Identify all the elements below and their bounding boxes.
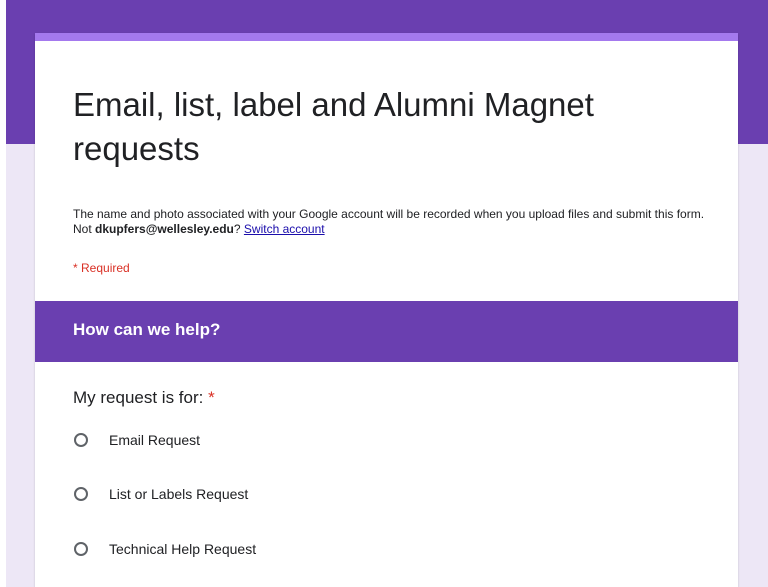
question-text: My request is for: bbox=[73, 388, 209, 407]
required-asterisk: * bbox=[208, 388, 215, 407]
radio-option-label: Email Request bbox=[109, 432, 201, 448]
radio-button-icon[interactable] bbox=[74, 542, 88, 556]
required-note: * Required bbox=[73, 261, 130, 275]
switch-account-link[interactable]: Switch account bbox=[244, 222, 325, 236]
form-accent-bar bbox=[35, 33, 738, 41]
left-edge-strip bbox=[0, 0, 6, 587]
account-notice-punctuation: ? bbox=[233, 222, 244, 236]
form-title: Email, list, label and Alumni Magnet req… bbox=[73, 86, 594, 167]
question-label: My request is for: * bbox=[73, 388, 215, 408]
account-notice: The name and photo associated with your … bbox=[73, 207, 713, 237]
section-header: How can we help? bbox=[35, 301, 738, 362]
form-card: Email, list, label and Alumni Magnet req… bbox=[35, 33, 738, 587]
radio-option-label: List or Labels Request bbox=[109, 486, 249, 502]
radio-option-label: Technical Help Request bbox=[109, 541, 257, 557]
radio-button-icon[interactable] bbox=[74, 433, 88, 447]
radio-button-icon[interactable] bbox=[74, 487, 88, 501]
section-title: How can we help? bbox=[73, 320, 221, 339]
account-email: dkupfers@wellesley.edu bbox=[95, 222, 234, 236]
